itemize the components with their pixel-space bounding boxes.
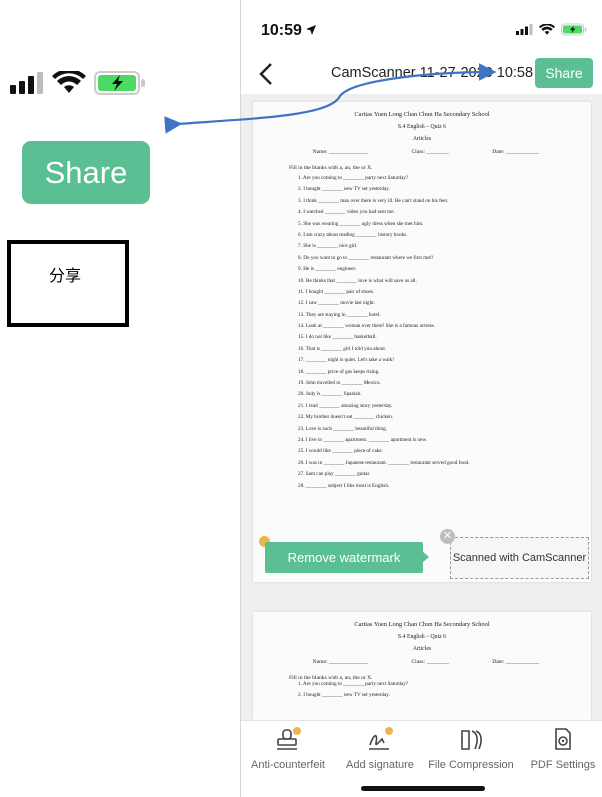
question-item: 17. ________ night is quiet. Let's take … <box>298 357 395 364</box>
tool-label: Anti-counterfeit <box>251 759 325 771</box>
question-item: 1. Are you coming to ________ party next… <box>298 175 409 181</box>
back-chevron-icon[interactable] <box>255 60 279 88</box>
question-item: 12. I saw ________ movie last night. <box>298 300 375 307</box>
question-item: 11. I bought ________ pair of shoes. <box>298 288 375 295</box>
name-field-label: Name: ______________ <box>312 149 369 155</box>
student-info-row: Name: ______________ Class: ________ Dat… <box>291 659 561 665</box>
class-field-label: Class: ________ <box>411 149 449 155</box>
section-heading: Articles <box>412 136 432 142</box>
class-field-label: Class: ________ <box>411 659 449 665</box>
share-button[interactable]: Share <box>535 58 593 88</box>
add-signature-button[interactable]: Add signature <box>335 727 425 771</box>
tool-label: PDF Settings <box>530 759 596 771</box>
question-item: 1. Are you coming to ________ party next… <box>298 681 409 687</box>
status-bar: 10:59 <box>241 0 602 54</box>
annotation-box: 分享 <box>7 240 129 327</box>
question-item: 7. She is ________ nice girl. <box>298 243 358 250</box>
instruction-text: Fill in the blanks with a, an, the or X. <box>289 165 373 171</box>
pdf-settings-button[interactable]: PDF Settings <box>518 727 602 771</box>
tooltip-arrow <box>422 551 429 563</box>
close-watermark-icon[interactable]: ✕ <box>440 529 455 544</box>
remove-watermark-button[interactable]: Remove watermark <box>265 542 423 573</box>
file-compression-button[interactable]: File Compression <box>426 727 516 771</box>
signature-icon <box>369 727 393 750</box>
question-item: 16. That is ________ girl I told you abo… <box>298 345 387 352</box>
signal-icon <box>10 72 43 94</box>
school-heading: Caritas Yuen Long Chan Chun Ha Secondary… <box>354 111 490 118</box>
question-item: 5. She was wearing ________ ugly dress w… <box>298 220 424 227</box>
question-item: 27. Sam can play ________ guitar. <box>298 471 371 478</box>
location-arrow-icon <box>306 25 317 35</box>
status-icons <box>516 23 587 36</box>
question-item: 2. I bought ________ new TV set yesterda… <box>298 186 390 193</box>
section-heading: Articles <box>412 646 432 652</box>
question-item: 20. Judy is ________ Spanish. <box>298 391 362 398</box>
stamp-icon <box>277 727 301 750</box>
anti-counterfeit-button[interactable]: Anti-counterfeit <box>243 727 333 771</box>
question-item: 14. Look at ________ woman over there! S… <box>298 323 436 330</box>
question-item: 10. He thinks that ________ love is what… <box>298 277 417 284</box>
question-item: 23. Love is such ________ beautiful thin… <box>298 425 388 432</box>
question-item: 2. I bought ________ new TV set yesterda… <box>298 692 390 699</box>
name-field-label: Name: ______________ <box>312 659 369 665</box>
home-indicator <box>361 786 485 791</box>
question-item: 8. Do you want to go to ________ restaur… <box>298 254 434 261</box>
document-page-2: Caritas Yuen Long Chan Chun Ha Secondary… <box>253 612 591 720</box>
student-info-row: Name: ______________ Class: ________ Dat… <box>291 149 561 155</box>
question-list: 1. Are you coming to ________ party next… <box>253 175 591 494</box>
date-field-label: Date: ____________ <box>492 659 540 665</box>
question-item: 24. I live in ________ apartment. ______… <box>298 436 428 443</box>
question-item: 3. I think ________ man over there is ve… <box>298 197 449 204</box>
document-title: CamScanner 11-27-2020 10:58 <box>331 65 534 81</box>
question-item: 6. I am crazy about reading ________ his… <box>298 231 408 238</box>
phone-screen: 10:59 CamScanner 11-27-2020 10:58 Share … <box>240 0 602 797</box>
wifi-icon <box>539 23 555 35</box>
question-item: 18. ________ price of gas keeps rising. <box>298 368 380 375</box>
question-item: 9. He is ________ engineer. <box>298 266 357 273</box>
zoomed-share-button: Share <box>22 141 150 204</box>
question-item: 28. ________ subject I like most is Engl… <box>298 482 390 489</box>
nav-bar: CamScanner 11-27-2020 10:58 Share <box>241 54 602 94</box>
battery-charging-icon <box>561 23 587 36</box>
document-page-1: Caritas Yuen Long Chan Chun Ha Secondary… <box>253 102 591 582</box>
wifi-icon <box>52 71 86 93</box>
quiz-subtitle: S.4 English – Quiz 6 <box>397 124 447 130</box>
question-item: 22. My brother doesn't eat ________ chic… <box>298 414 394 421</box>
question-item: 4. I watched ________ video you had sent… <box>298 209 395 216</box>
watermark-text: Scanned with CamScanner <box>450 537 589 579</box>
quiz-subtitle: S.4 English – Quiz 6 <box>397 634 447 640</box>
question-item: 15. I do not like ________ basketball. <box>298 334 377 341</box>
annotation-text: 分享 <box>49 266 82 285</box>
question-item: 19. John travelled to ________ Mexico. <box>298 380 381 387</box>
tool-label: File Compression <box>428 759 514 771</box>
tool-label: Add signature <box>346 759 414 771</box>
zoomed-status-icons <box>0 58 170 108</box>
battery-charging-icon <box>94 71 145 95</box>
question-item: 21. I read ________ amazing story yester… <box>298 402 393 409</box>
question-item: 26. I was in ________ Japanese restauran… <box>298 459 470 466</box>
question-item: 25. I would like ________ piece of cake. <box>298 448 383 455</box>
school-heading: Caritas Yuen Long Chan Chun Ha Secondary… <box>354 621 490 628</box>
status-time: 10:59 <box>261 22 317 40</box>
date-field-label: Date: ____________ <box>492 149 540 155</box>
compress-icon <box>461 730 482 750</box>
signal-icon <box>516 24 533 35</box>
pdf-settings-icon <box>555 728 571 750</box>
question-item: 13. They are staying in ________ hotel. <box>298 311 381 318</box>
